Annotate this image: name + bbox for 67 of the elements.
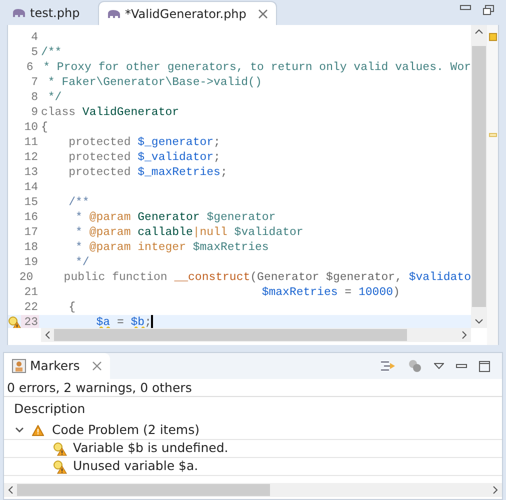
code-line: * @param integer $maxRetries [74,240,269,255]
tree-item[interactable]: Variable $b is undefined. [73,439,228,458]
warning-icon [32,424,44,436]
warning-icon [8,316,22,328]
code-line: */ [74,255,90,270]
line-number: 19 [23,255,39,270]
line-number: 9 [30,105,39,120]
tree-item[interactable]: Unused variable $a. [73,457,198,476]
line-number: 7 [30,75,39,90]
line-number: 17 [23,225,39,240]
line-number: 12 [23,150,39,165]
horizontal-scrollbar[interactable] [41,328,471,342]
line-number: 18 [23,240,39,255]
editor-tab[interactable]: *ValidGenerator.php [98,1,278,25]
close-icon[interactable] [92,361,102,371]
code-line: { [68,300,76,315]
horizontal-scrollbar[interactable] [4,483,502,497]
line-number: 14 [23,180,39,195]
view-menu-icon[interactable] [434,363,444,369]
warning-icon [53,442,67,456]
line-number: 20 [18,270,34,285]
markers-tab[interactable]: Markers [4,353,110,379]
vertical-scrollbar[interactable] [471,25,487,328]
markers-icon [12,359,26,373]
minimize-icon[interactable] [456,364,467,368]
line-number: 8 [30,90,39,105]
line-number: 22 [23,300,39,315]
code-line: * Proxy for other generators, to return only valid values. Wor [42,60,471,75]
maximize-icon[interactable] [479,360,490,372]
code-line: { [40,120,48,135]
line-number: 16 [23,210,39,225]
code-line: * @param callable|null $validator [74,225,304,240]
code-line: $maxRetries = 10000) [260,285,400,300]
line-number: 10 [23,120,39,135]
line-number: 4 [30,30,39,45]
filter-icon[interactable] [408,359,422,373]
column-header[interactable]: Description [14,400,86,418]
line-number: 5 [30,45,39,60]
text-cursor [151,315,154,328]
close-icon[interactable] [258,8,268,18]
warning-icon [53,460,67,474]
minimize-icon[interactable] [460,5,471,11]
code-line: protected $_generator; [68,135,220,150]
code-line: public function __construct(Generator $generator, $validato [62,270,471,285]
code-line: class ValidGenerator [40,105,180,120]
code-line: * Faker\Generator\Base->valid() [46,75,262,90]
restore-icon[interactable] [483,5,494,15]
code-line: protected $_maxRetries; [68,165,228,180]
editor-tab[interactable]: test.php [4,1,98,25]
code-line: */ [46,90,62,105]
line-number: 6 [25,60,34,75]
elephant-icon [12,8,26,18]
chevron-icon[interactable] [15,427,24,433]
code-line: protected $_validator; [68,150,220,165]
line-number: 11 [23,135,39,150]
elephant-icon [107,8,121,18]
code-line: * @param Generator $generator [74,210,276,225]
code-line: $a = $b; [95,315,152,328]
collapse-icon[interactable] [380,359,396,373]
line-number: 23 [21,315,39,328]
code-line: /** [40,45,62,60]
line-number: 21 [23,285,39,300]
summary-text: 0 errors, 2 warnings, 0 others [4,379,502,397]
tree-item[interactable]: Code Problem (2 items) [52,420,200,440]
line-number: 13 [23,165,39,180]
code-line: /** [68,195,90,210]
line-number: 15 [23,195,39,210]
